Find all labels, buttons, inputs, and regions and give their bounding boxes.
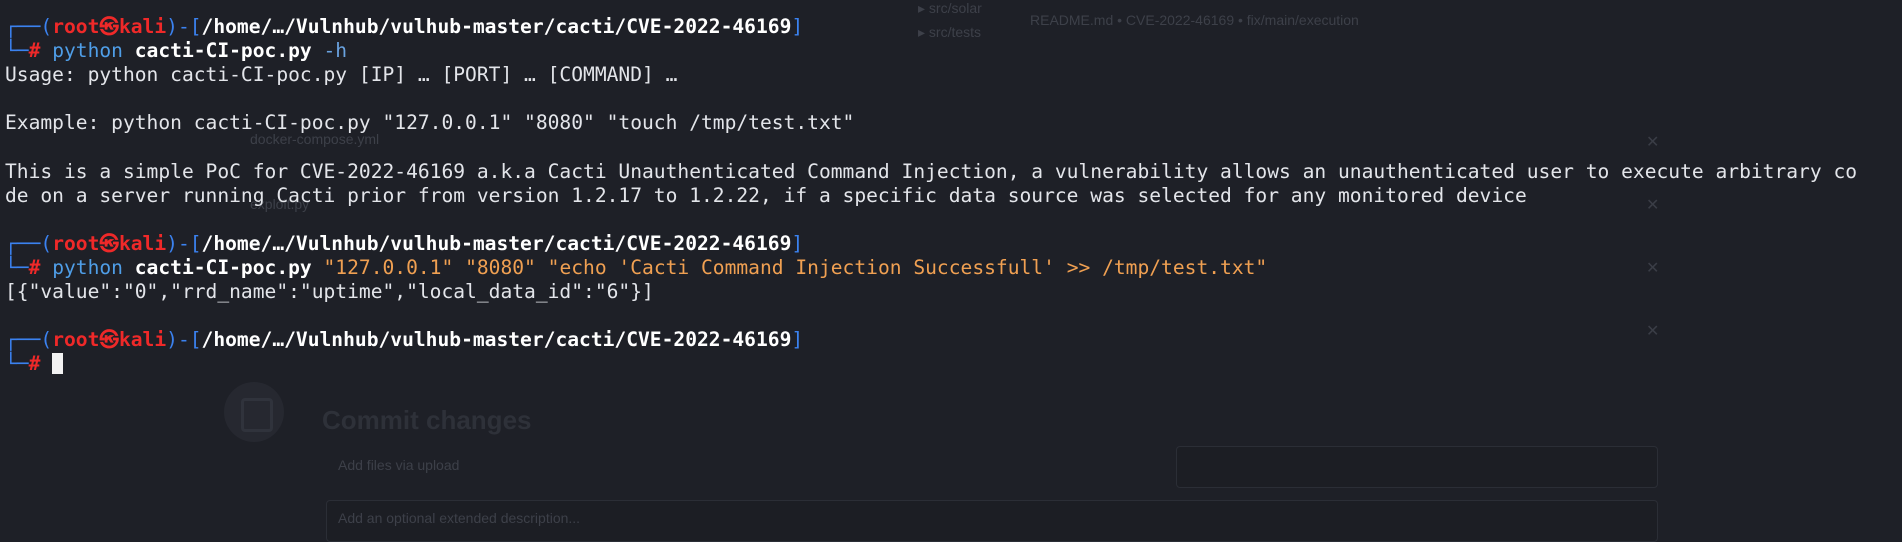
output-usage: Usage: python cacti-CI-poc.py [IP] … [PO… [5, 63, 678, 86]
command-program: python [52, 39, 123, 62]
command-script: cacti-CI-poc.py [134, 256, 312, 279]
command-line: └─# python cacti-CI-poc.py "127.0.0.1" "… [5, 256, 1267, 280]
prompt-sep: )-[ [166, 328, 202, 351]
prompt-host: kali [118, 328, 167, 351]
prompt-sep: )-[ [166, 15, 202, 38]
skull-icon: ㉿ [99, 328, 119, 351]
prompt-corner: ┌──( [5, 328, 53, 351]
skull-icon: ㉿ [99, 15, 119, 38]
bg-tree-item: ▸ src/tests [918, 24, 982, 40]
bg-commit-description-placeholder: Add an optional extended description... [338, 510, 581, 526]
command-line-active[interactable]: └─# [5, 352, 64, 376]
prompt-user: root [52, 232, 100, 255]
bg-commit-title: Commit changes [322, 405, 532, 435]
bg-close-icon: ✕ [1646, 197, 1660, 214]
prompt-host: kali [118, 15, 167, 38]
output-description: This is a simple PoC for CVE-2022-46169 … [5, 160, 1858, 183]
prompt-line: ┌──(root㉿kali)-[/home/…/Vulnhub/vulhub-m… [5, 232, 803, 256]
prompt-corner: └─ [5, 256, 29, 279]
text-cursor[interactable] [52, 353, 64, 374]
prompt-corner: ┌──( [5, 232, 53, 255]
prompt-hash: # [28, 256, 41, 279]
prompt-path: /home/…/Vulnhub/vulhub-master/cacti/CVE-… [201, 15, 792, 38]
prompt-close: ] [791, 232, 804, 255]
prompt-corner: └─ [5, 39, 29, 62]
skull-icon: ㉿ [99, 232, 119, 255]
prompt-corner: ┌──( [5, 15, 53, 38]
output-json: [{"value":"0","rrd_name":"uptime","local… [5, 280, 654, 303]
prompt-hash: # [28, 39, 41, 62]
bg-close-icon: ✕ [1646, 260, 1660, 277]
prompt-close: ] [791, 328, 804, 351]
command-script: cacti-CI-poc.py [134, 39, 312, 62]
prompt-path: /home/…/Vulnhub/vulhub-master/cacti/CVE-… [201, 328, 792, 351]
prompt-user: root [52, 328, 100, 351]
prompt-user: root [52, 15, 100, 38]
bg-commit-summary-placeholder: Add files via upload [338, 457, 460, 473]
bg-close-icon: ✕ [1646, 134, 1660, 151]
command-line: └─# python cacti-CI-poc.py -h [5, 39, 347, 63]
bg-tree-item: ▸ src/solar [918, 0, 982, 16]
prompt-corner: └─ [5, 352, 29, 375]
output-description: de on a server running Cacti prior from … [5, 184, 1527, 207]
command-args: -h [323, 39, 348, 62]
output-example: Example: python cacti-CI-poc.py "127.0.0… [5, 111, 855, 134]
prompt-hash: # [28, 352, 41, 375]
command-args: "127.0.0.1" "8080" "echo 'Cacti Command … [323, 256, 1268, 279]
bg-close-icon: ✕ [1646, 323, 1660, 340]
prompt-host: kali [118, 232, 167, 255]
command-program: python [52, 256, 123, 279]
bg-commit-summary-field [1176, 446, 1658, 488]
prompt-line: ┌──(root㉿kali)-[/home/…/Vulnhub/vulhub-m… [5, 328, 803, 352]
prompt-close: ] [791, 15, 804, 38]
prompt-line: ┌──(root㉿kali)-[/home/…/Vulnhub/vulhub-m… [5, 15, 803, 39]
bg-avatar [224, 382, 284, 442]
prompt-sep: )-[ [166, 232, 202, 255]
prompt-path: /home/…/Vulnhub/vulhub-master/cacti/CVE-… [201, 232, 792, 255]
bg-header-meta: README.md • CVE-2022-46169 • fix/main/ex… [1030, 12, 1359, 28]
